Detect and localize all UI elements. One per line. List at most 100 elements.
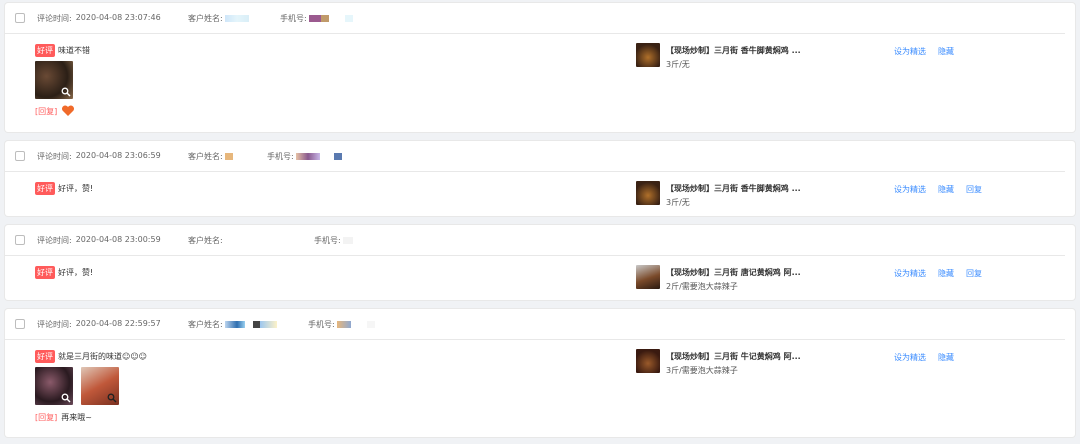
time-value: 2020-04-08 23:06:59	[75, 150, 161, 160]
customer-name: 客户姓名:	[188, 319, 308, 330]
product-spec: 3斤/无	[666, 60, 690, 69]
review-card: 评论时间: 2020-04-08 23:06:59 客户姓名: 手机号: 好评 …	[5, 141, 1075, 216]
review-photo[interactable]	[81, 367, 119, 405]
product-title[interactable]: 【现场炒制】三月街 牛记黄焖鸡 阿...	[666, 351, 801, 362]
redacted-phone	[342, 236, 353, 244]
time-label: 评论时间:	[37, 319, 72, 329]
redacted-phone	[295, 152, 320, 160]
phone-label: 手机号:	[267, 151, 294, 161]
reply-button[interactable]: 回复	[966, 268, 982, 279]
heart-icon	[62, 105, 75, 116]
product-details: 【现场炒制】三月街 唐记黄焖鸡 阿... 2斤/需要泡大蒜辣子	[666, 265, 801, 292]
time-value: 2020-04-08 22:59:57	[75, 318, 161, 328]
product-spec: 2斤/需要泡大蒜辣子	[666, 282, 738, 291]
review-text: 好评，赞!	[58, 267, 94, 277]
set-featured-button[interactable]: 设为精选	[894, 46, 926, 57]
review-header: 评论时间: 2020-04-08 23:00:59 客户姓名: 手机号:	[5, 225, 1065, 256]
select-checkbox[interactable]	[15, 319, 25, 329]
rating-badge: 好评	[35, 43, 55, 57]
product-info: 【现场炒制】三月街 香牛脚黄焖鸡 ... 3斤/无	[636, 43, 801, 70]
reply-text: 再来哦~	[61, 412, 92, 422]
customer-phone: 手机号:	[280, 13, 353, 24]
product-info: 【现场炒制】三月街 牛记黄焖鸡 阿... 3斤/需要泡大蒜辣子	[636, 349, 801, 376]
select-checkbox[interactable]	[15, 151, 25, 161]
review-actions: 设为精选 隐藏 回复	[894, 268, 982, 279]
review-header: 评论时间: 2020-04-08 23:07:46 客户姓名: 手机号:	[5, 3, 1065, 34]
redacted-phone	[336, 320, 351, 328]
redacted-name	[224, 320, 245, 328]
time-label: 评论时间:	[37, 13, 72, 23]
product-thumbnail[interactable]	[636, 349, 660, 373]
redacted-name	[252, 320, 277, 328]
reply-tag: [回复]	[35, 412, 58, 422]
review-photo[interactable]	[35, 367, 73, 405]
redacted-phone	[308, 14, 329, 22]
review-time: 评论时间: 2020-04-08 22:59:57	[37, 319, 177, 330]
set-featured-button[interactable]: 设为精选	[894, 184, 926, 195]
hide-button[interactable]: 隐藏	[938, 184, 954, 195]
review-card: 评论时间: 2020-04-08 23:07:46 客户姓名: 手机号: 好评 …	[5, 3, 1075, 132]
reply-tag: [回复]	[35, 106, 58, 116]
review-actions: 设为精选 隐藏	[894, 352, 954, 363]
phone-label: 手机号:	[280, 13, 307, 23]
review-text: 好评，赞!	[58, 183, 94, 193]
customer-phone: 手机号:	[314, 235, 353, 246]
product-spec: 3斤/无	[666, 198, 690, 207]
reply-row: [回复] 再来哦~	[35, 410, 1045, 424]
product-info: 【现场炒制】三月街 香牛脚黄焖鸡 ... 3斤/无	[636, 181, 801, 208]
product-thumbnail[interactable]	[636, 265, 660, 289]
review-time: 评论时间: 2020-04-08 23:06:59	[37, 151, 177, 162]
reply-button[interactable]: 回复	[966, 184, 982, 195]
review-body: 好评 味道不错 [回复] 【现场炒制】三月街 香牛脚黄焖鸡 ... 3斤/无 设…	[5, 34, 1075, 118]
name-label: 客户姓名:	[188, 151, 223, 161]
redacted-name	[224, 152, 233, 160]
zoom-icon[interactable]	[61, 87, 71, 97]
review-text: 味道不错	[58, 45, 90, 55]
product-thumbnail[interactable]	[636, 181, 660, 205]
time-value: 2020-04-08 23:00:59	[75, 234, 161, 244]
redacted-phone	[333, 152, 342, 160]
zoom-icon[interactable]	[107, 393, 117, 403]
review-photo[interactable]	[35, 61, 73, 99]
review-header: 评论时间: 2020-04-08 23:06:59 客户姓名: 手机号:	[5, 141, 1065, 172]
hide-button[interactable]: 隐藏	[938, 46, 954, 57]
name-label: 客户姓名:	[188, 13, 223, 23]
product-title[interactable]: 【现场炒制】三月街 唐记黄焖鸡 阿...	[666, 267, 801, 278]
review-actions: 设为精选 隐藏	[894, 46, 954, 57]
product-details: 【现场炒制】三月街 牛记黄焖鸡 阿... 3斤/需要泡大蒜辣子	[666, 349, 801, 376]
product-spec: 3斤/需要泡大蒜辣子	[666, 366, 738, 375]
time-value: 2020-04-08 23:07:46	[75, 12, 161, 22]
hide-button[interactable]: 隐藏	[938, 268, 954, 279]
review-actions: 设为精选 隐藏 回复	[894, 184, 982, 195]
redacted-phone	[366, 320, 375, 328]
rating-badge: 好评	[35, 265, 55, 279]
customer-name: 客户姓名:	[188, 235, 314, 246]
review-text: 就是三月街的味道☺☺☺	[58, 351, 148, 361]
set-featured-button[interactable]: 设为精选	[894, 268, 926, 279]
review-header: 评论时间: 2020-04-08 22:59:57 客户姓名: 手机号:	[5, 309, 1065, 340]
review-body: 好评 好评，赞! 【现场炒制】三月街 香牛脚黄焖鸡 ... 3斤/无 设为精选 …	[5, 172, 1075, 207]
product-title[interactable]: 【现场炒制】三月街 香牛脚黄焖鸡 ...	[666, 183, 801, 194]
time-label: 评论时间:	[37, 151, 72, 161]
hide-button[interactable]: 隐藏	[938, 352, 954, 363]
zoom-icon[interactable]	[61, 393, 71, 403]
redacted-phone	[344, 14, 353, 22]
review-body: 好评 好评，赞! 【现场炒制】三月街 唐记黄焖鸡 阿... 2斤/需要泡大蒜辣子…	[5, 256, 1075, 291]
phone-label: 手机号:	[308, 319, 335, 329]
review-images	[35, 367, 1045, 405]
review-card: 评论时间: 2020-04-08 23:00:59 客户姓名: 手机号: 好评 …	[5, 225, 1075, 300]
customer-name: 客户姓名:	[188, 151, 267, 162]
review-card: 评论时间: 2020-04-08 22:59:57 客户姓名: 手机号: 好评 …	[5, 309, 1075, 437]
name-label: 客户姓名:	[188, 319, 223, 329]
product-title[interactable]: 【现场炒制】三月街 香牛脚黄焖鸡 ...	[666, 45, 801, 56]
name-label: 客户姓名:	[188, 235, 223, 245]
set-featured-button[interactable]: 设为精选	[894, 352, 926, 363]
reply-row: [回复]	[35, 104, 1045, 118]
review-time: 评论时间: 2020-04-08 23:00:59	[37, 235, 177, 246]
rating-badge: 好评	[35, 349, 55, 363]
select-checkbox[interactable]	[15, 13, 25, 23]
redacted-name	[224, 14, 249, 22]
product-thumbnail[interactable]	[636, 43, 660, 67]
review-images	[35, 61, 1045, 99]
select-checkbox[interactable]	[15, 235, 25, 245]
